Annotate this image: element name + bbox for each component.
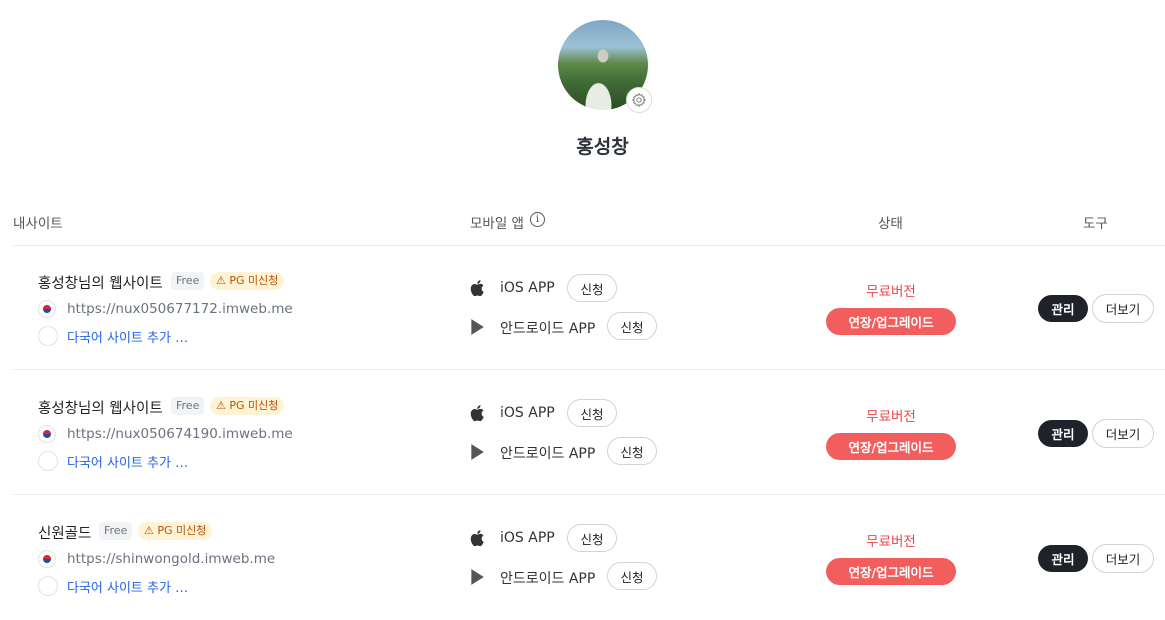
android-apply-button[interactable]: 신청 [607,312,657,340]
add-language-link[interactable]: 다국어 사이트 추가 … [67,452,188,471]
android-app-label: 안드로이드 APP [500,321,596,337]
pg-badge-label: PG 미신청 [229,274,279,287]
warning-icon: ⚠ [144,524,154,537]
more-button[interactable]: 더보기 [1092,419,1154,448]
ios-app-label: iOS APP [500,405,555,421]
pg-badge: ⚠ PG 미신청 [210,272,285,290]
info-icon[interactable]: i [529,212,545,227]
status-text: 무료버전 [866,284,916,300]
empty-language-icon [38,451,58,471]
site-url[interactable]: https://nux050674190.imweb.me [67,426,293,442]
manage-button[interactable]: 관리 [1038,545,1088,572]
site-url[interactable]: https://shinwongold.imweb.me [67,551,275,567]
more-button[interactable]: 더보기 [1092,294,1154,323]
ios-app-label: iOS APP [500,530,555,546]
google-play-icon [471,319,484,335]
site-row: 신원골드 Free ⚠ PG 미신청 https://shinwongold.i… [0,495,1165,620]
korea-flag-icon [38,425,56,443]
ios-app-label: iOS APP [500,280,555,296]
site-name[interactable]: 홍성창님의 웹사이트 [38,272,163,293]
table-header: 내사이트 모바일 앱i 상태 도구 [0,212,1165,234]
profile-name: 홍성창 [576,136,629,158]
ios-apply-button[interactable]: 신청 [567,274,617,302]
header-mobile-app: 모바일 앱i [470,212,545,232]
status-text: 무료버전 [866,534,916,550]
apple-icon [470,280,484,297]
android-apply-button[interactable]: 신청 [607,562,657,590]
apple-icon [470,405,484,422]
site-url[interactable]: https://nux050677172.imweb.me [67,301,293,317]
plan-badge: Free [171,272,205,290]
plan-badge: Free [99,522,133,540]
pg-badge-label: PG 미신청 [229,399,279,412]
site-row: 홍성창님의 웹사이트 Free ⚠ PG 미신청 https://nux0506… [0,370,1165,495]
android-app-label: 안드로이드 APP [500,571,596,587]
header-tools: 도구 [1083,216,1108,232]
add-language-link[interactable]: 다국어 사이트 추가 … [67,577,188,596]
upgrade-button[interactable]: 연장/업그레이드 [826,558,956,585]
more-button[interactable]: 더보기 [1092,544,1154,573]
site-row: 홍성창님의 웹사이트 Free ⚠ PG 미신청 https://nux0506… [0,245,1165,370]
upgrade-button[interactable]: 연장/업그레이드 [826,433,956,460]
manage-button[interactable]: 관리 [1038,295,1088,322]
ios-apply-button[interactable]: 신청 [567,399,617,427]
pg-badge: ⚠ PG 미신청 [138,522,213,540]
korea-flag-icon [38,550,56,568]
google-play-icon [471,569,484,585]
status-text: 무료버전 [866,409,916,425]
avatar-settings-button[interactable] [626,87,652,113]
google-play-icon [471,444,484,460]
header-site: 내사이트 [13,216,63,232]
pg-badge-label: PG 미신청 [157,524,207,537]
header-status: 상태 [878,216,903,232]
warning-icon: ⚠ [216,274,226,287]
warning-icon: ⚠ [216,399,226,412]
korea-flag-icon [38,300,56,318]
ios-apply-button[interactable]: 신청 [567,524,617,552]
empty-language-icon [38,326,58,346]
site-name[interactable]: 홍성창님의 웹사이트 [38,397,163,418]
plan-badge: Free [171,397,205,415]
gear-icon [631,92,647,108]
site-name[interactable]: 신원골드 [38,522,91,543]
manage-button[interactable]: 관리 [1038,420,1088,447]
pg-badge: ⚠ PG 미신청 [210,397,285,415]
apple-icon [470,530,484,547]
android-apply-button[interactable]: 신청 [607,437,657,465]
android-app-label: 안드로이드 APP [500,446,596,462]
upgrade-button[interactable]: 연장/업그레이드 [826,308,956,335]
empty-language-icon [38,576,58,596]
add-language-link[interactable]: 다국어 사이트 추가 … [67,327,188,346]
